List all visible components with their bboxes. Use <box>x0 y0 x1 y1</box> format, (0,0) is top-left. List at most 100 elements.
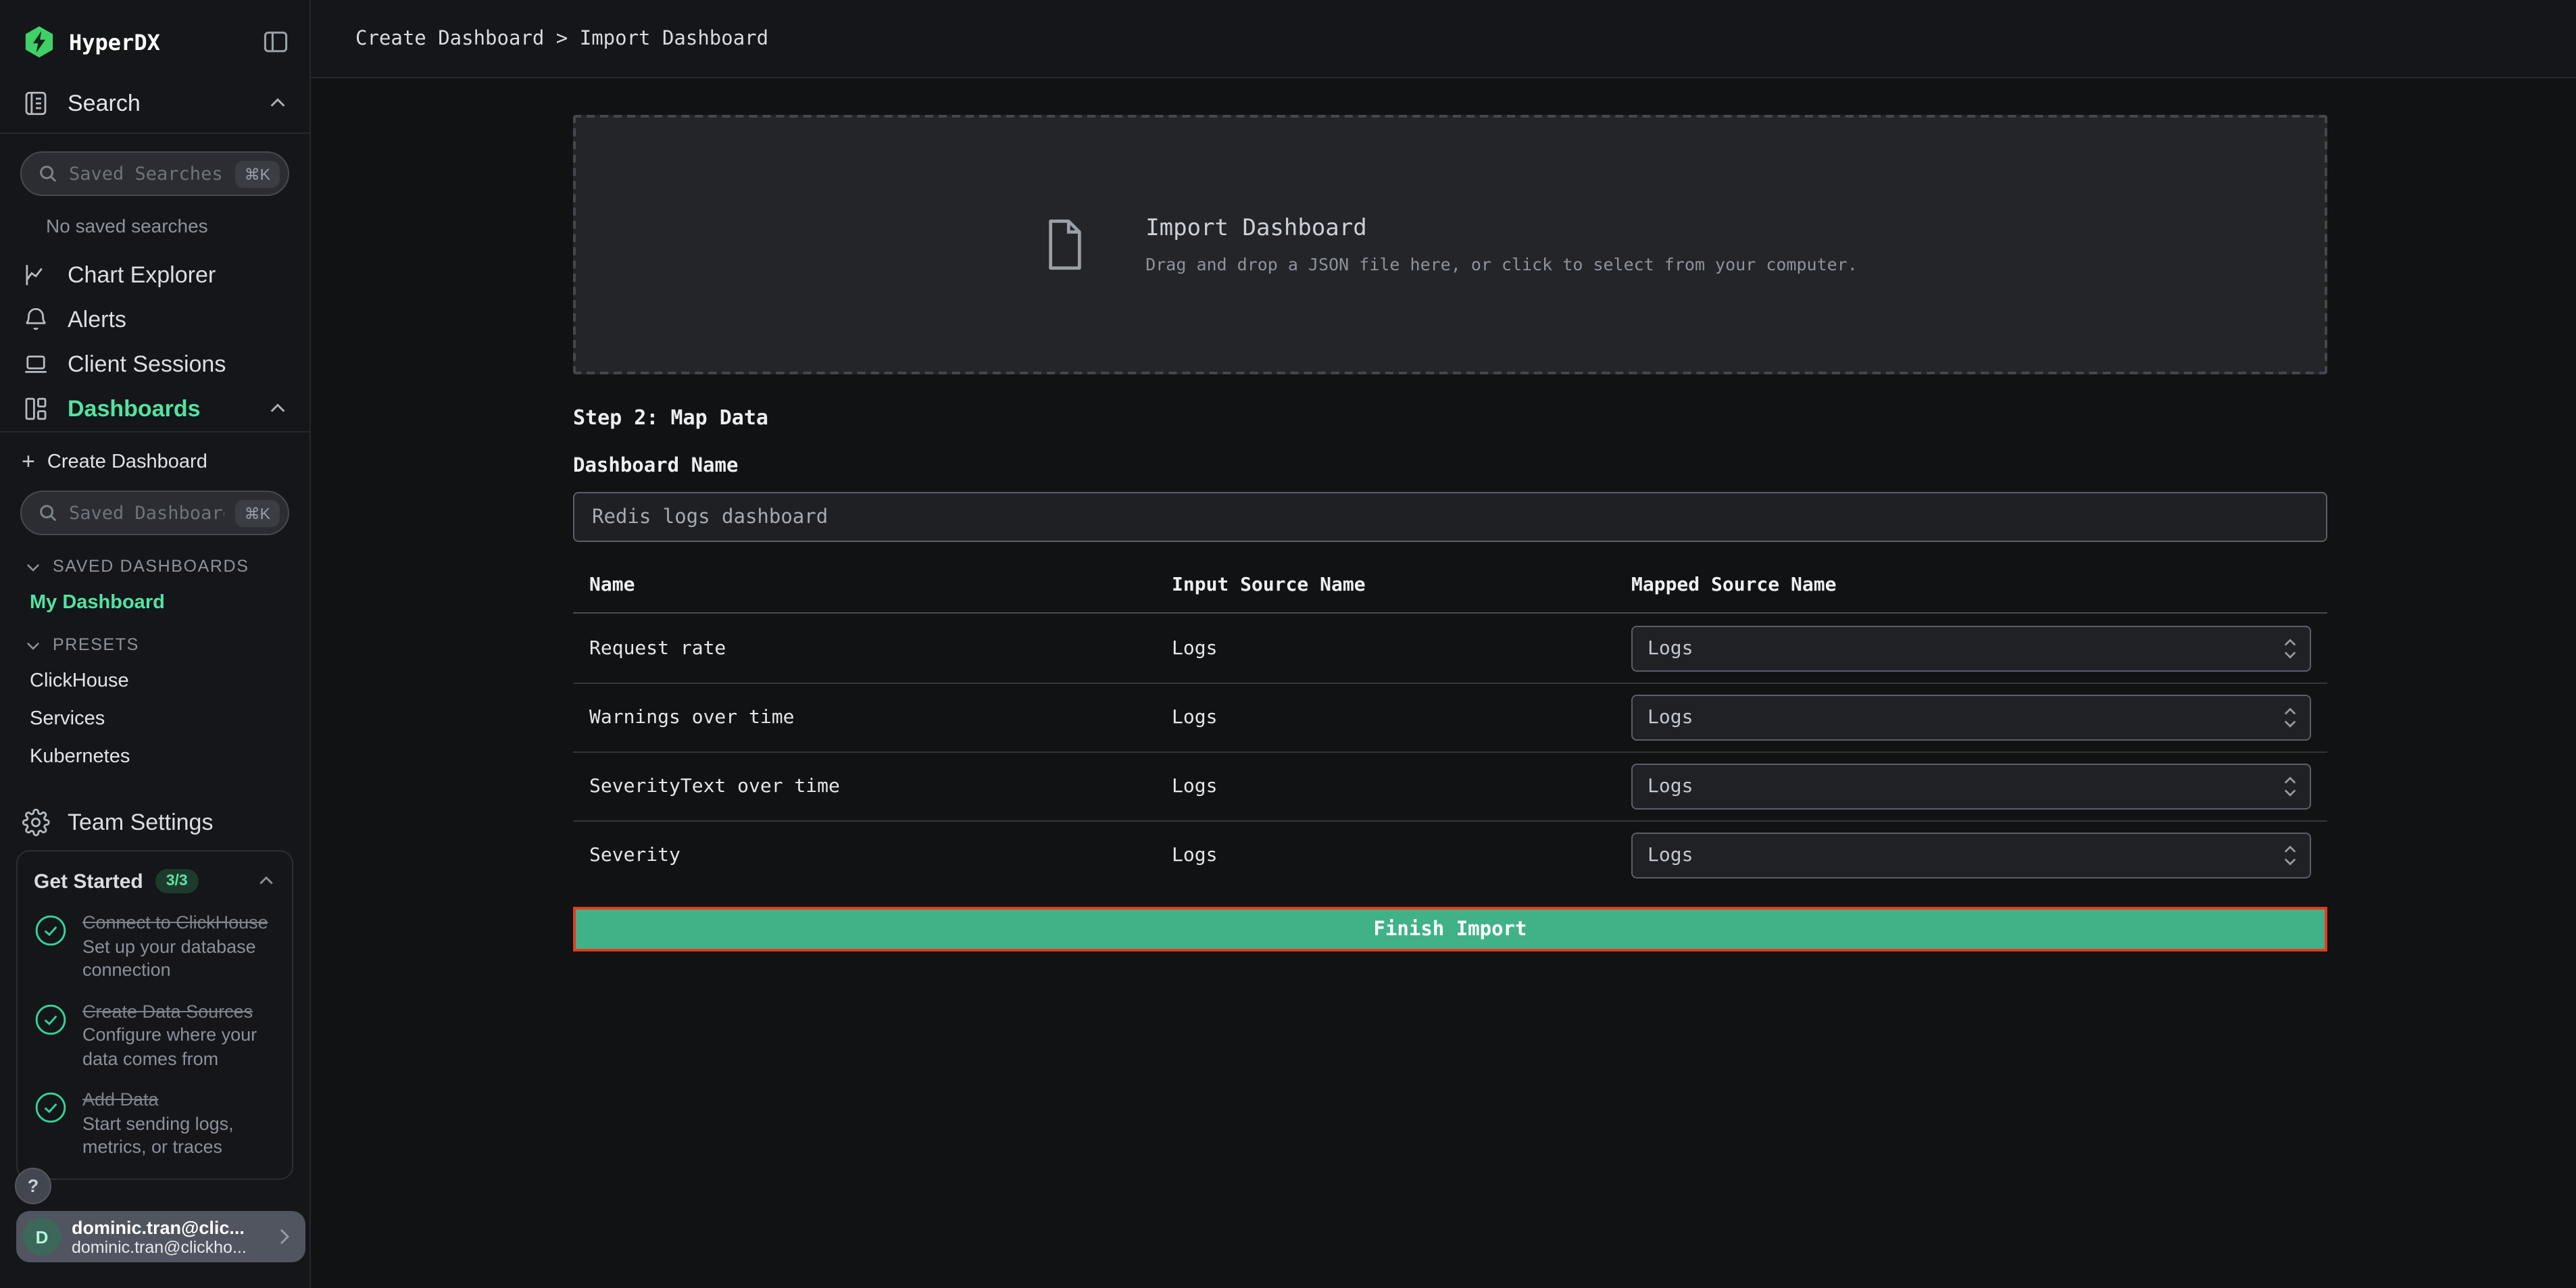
table-row: Warnings over time Logs Logs <box>573 683 2327 751</box>
step-title: Create Data Sources <box>82 999 276 1023</box>
dropzone-title: Import Dashboard <box>1145 215 1858 242</box>
row-name: SeverityText over time <box>573 776 1172 797</box>
check-circle-icon <box>34 914 68 982</box>
user-name: dominic.tran@clic... <box>72 1217 262 1237</box>
check-circle-icon <box>34 1091 68 1160</box>
saved-dashboards-input[interactable] <box>69 502 224 524</box>
selected-value: Logs <box>1648 845 1693 866</box>
panel-left-icon <box>261 27 291 57</box>
selected-value: Logs <box>1648 637 1693 659</box>
gear-icon <box>22 808 50 837</box>
select-chevrons-icon <box>2281 704 2299 731</box>
sidebar-item-kubernetes[interactable]: Kubernetes <box>30 746 288 768</box>
get-started-header[interactable]: Get Started 3/3 <box>34 869 276 893</box>
selected-value: Logs <box>1648 707 1693 728</box>
step-description: Start sending logs, metrics, or traces <box>82 1112 276 1160</box>
app-logo[interactable]: HyperDX <box>22 24 160 59</box>
json-file-dropzone[interactable]: Import Dashboard Drag and drop a JSON fi… <box>573 115 2327 374</box>
section-label: PRESETS <box>53 635 139 654</box>
progress-badge: 3/3 <box>155 869 199 893</box>
breadcrumb[interactable]: Create Dashboard > Import Dashboard <box>355 28 768 49</box>
search-section-label: Search <box>68 90 141 117</box>
mapped-source-select[interactable]: Logs <box>1631 695 2311 741</box>
row-input-source: Logs <box>1172 637 1631 659</box>
chevron-down-icon <box>24 558 42 575</box>
table-row: Severity Logs Logs <box>573 820 2327 889</box>
chevron-up-icon[interactable] <box>268 399 288 419</box>
step-title: Connect to ClickHouse <box>82 911 276 935</box>
laptop-icon <box>22 350 50 378</box>
sidebar-item-team-settings[interactable]: Team Settings <box>0 800 309 845</box>
column-header-input-source: Input Source Name <box>1172 574 1631 596</box>
help-button[interactable]: ? <box>15 1168 51 1204</box>
select-chevrons-icon <box>2281 773 2299 800</box>
finish-import-button[interactable]: Finish Import <box>573 907 2327 951</box>
file-icon <box>1043 215 1086 274</box>
chevron-up-icon[interactable] <box>257 872 276 891</box>
dropzone-subtitle: Drag and drop a JSON file here, or click… <box>1145 254 1858 274</box>
app-name: HyperDX <box>69 29 160 55</box>
selected-value: Logs <box>1648 776 1693 797</box>
sidebar-nav: Chart Explorer Alerts Client Sessions Da… <box>0 253 309 431</box>
row-name: Severity <box>573 845 1172 866</box>
chevron-up-icon[interactable] <box>268 93 288 114</box>
mapped-source-select[interactable]: Logs <box>1631 625 2311 671</box>
plus-icon: + <box>22 450 35 473</box>
shortcut-badge: ⌘K <box>235 499 280 526</box>
nav-label: Alerts <box>68 306 126 333</box>
bell-icon <box>22 305 50 334</box>
sidebar-divider <box>0 431 309 432</box>
dashboard-name-input[interactable] <box>573 492 2327 542</box>
sidebar-item-clickhouse[interactable]: ClickHouse <box>30 670 288 692</box>
sidebar-item-alerts[interactable]: Alerts <box>0 297 309 342</box>
get-started-panel: Get Started 3/3 Connect to ClickHouse Se… <box>16 850 293 1180</box>
sidebar-item-services[interactable]: Services <box>30 708 288 730</box>
get-started-item-add-data[interactable]: Add Data Start sending logs, metrics, or… <box>34 1089 276 1160</box>
nav-label: Dashboards <box>68 395 201 422</box>
sidebar-collapse-button[interactable] <box>261 27 291 57</box>
app-window: HyperDX Search ⌘K No save <box>0 0 2576 1288</box>
saved-searches-input[interactable] <box>69 163 224 184</box>
select-chevrons-icon <box>2281 842 2299 869</box>
sidebar-item-dashboards[interactable]: Dashboards <box>0 387 309 431</box>
search-icon <box>38 503 58 523</box>
sidebar: HyperDX Search ⌘K No save <box>0 0 311 1288</box>
sidebar-header: HyperDX <box>0 0 309 59</box>
search-icon <box>38 164 58 184</box>
line-chart-icon <box>22 261 50 289</box>
user-account-chip[interactable]: D dominic.tran@clic... dominic.tran@clic… <box>16 1211 305 1262</box>
chevron-right-icon <box>273 1226 295 1247</box>
dashboard-name-label: Dashboard Name <box>573 455 2327 477</box>
shortcut-badge: ⌘K <box>235 160 280 187</box>
column-header-name: Name <box>573 574 1172 596</box>
get-started-item-sources[interactable]: Create Data Sources Configure where your… <box>34 999 276 1070</box>
avatar: D <box>23 1218 61 1256</box>
get-started-item-connect[interactable]: Connect to ClickHouse Set up your databa… <box>34 911 276 982</box>
sidebar-item-client-sessions[interactable]: Client Sessions <box>0 342 309 387</box>
sidebar-item-chart-explorer[interactable]: Chart Explorer <box>0 253 309 297</box>
select-chevrons-icon <box>2281 635 2299 662</box>
sidebar-item-my-dashboard[interactable]: My Dashboard <box>30 592 288 614</box>
create-dashboard-label: Create Dashboard <box>47 451 207 472</box>
sidebar-section-search[interactable]: Search <box>0 89 309 118</box>
create-dashboard-button[interactable]: + Create Dashboard <box>22 450 288 473</box>
team-settings-label: Team Settings <box>68 809 213 836</box>
no-saved-searches-note: No saved searches <box>46 215 309 237</box>
journal-icon <box>22 89 50 118</box>
topbar: Create Dashboard > Import Dashboard <box>311 0 2576 78</box>
nav-label: Client Sessions <box>68 351 226 378</box>
saved-dashboards-section-header[interactable]: SAVED DASHBOARDS <box>24 557 288 576</box>
table-row: SeverityText over time Logs Logs <box>573 751 2327 820</box>
mapped-source-select[interactable]: Logs <box>1631 764 2311 810</box>
mapping-table-header: Name Input Source Name Mapped Source Nam… <box>573 555 2327 614</box>
user-email: dominic.tran@clickho... <box>72 1237 262 1256</box>
nav-label: Chart Explorer <box>68 262 216 289</box>
section-label: SAVED DASHBOARDS <box>53 557 249 576</box>
presets-section-header[interactable]: PRESETS <box>24 635 288 654</box>
mapped-source-select[interactable]: Logs <box>1631 833 2311 878</box>
saved-dashboards-search[interactable]: ⌘K <box>20 491 289 535</box>
step-description: Set up your database connection <box>82 935 276 982</box>
table-row: Request rate Logs Logs <box>573 614 2327 683</box>
saved-searches-search[interactable]: ⌘K <box>20 151 289 196</box>
get-started-title: Get Started <box>34 870 143 893</box>
